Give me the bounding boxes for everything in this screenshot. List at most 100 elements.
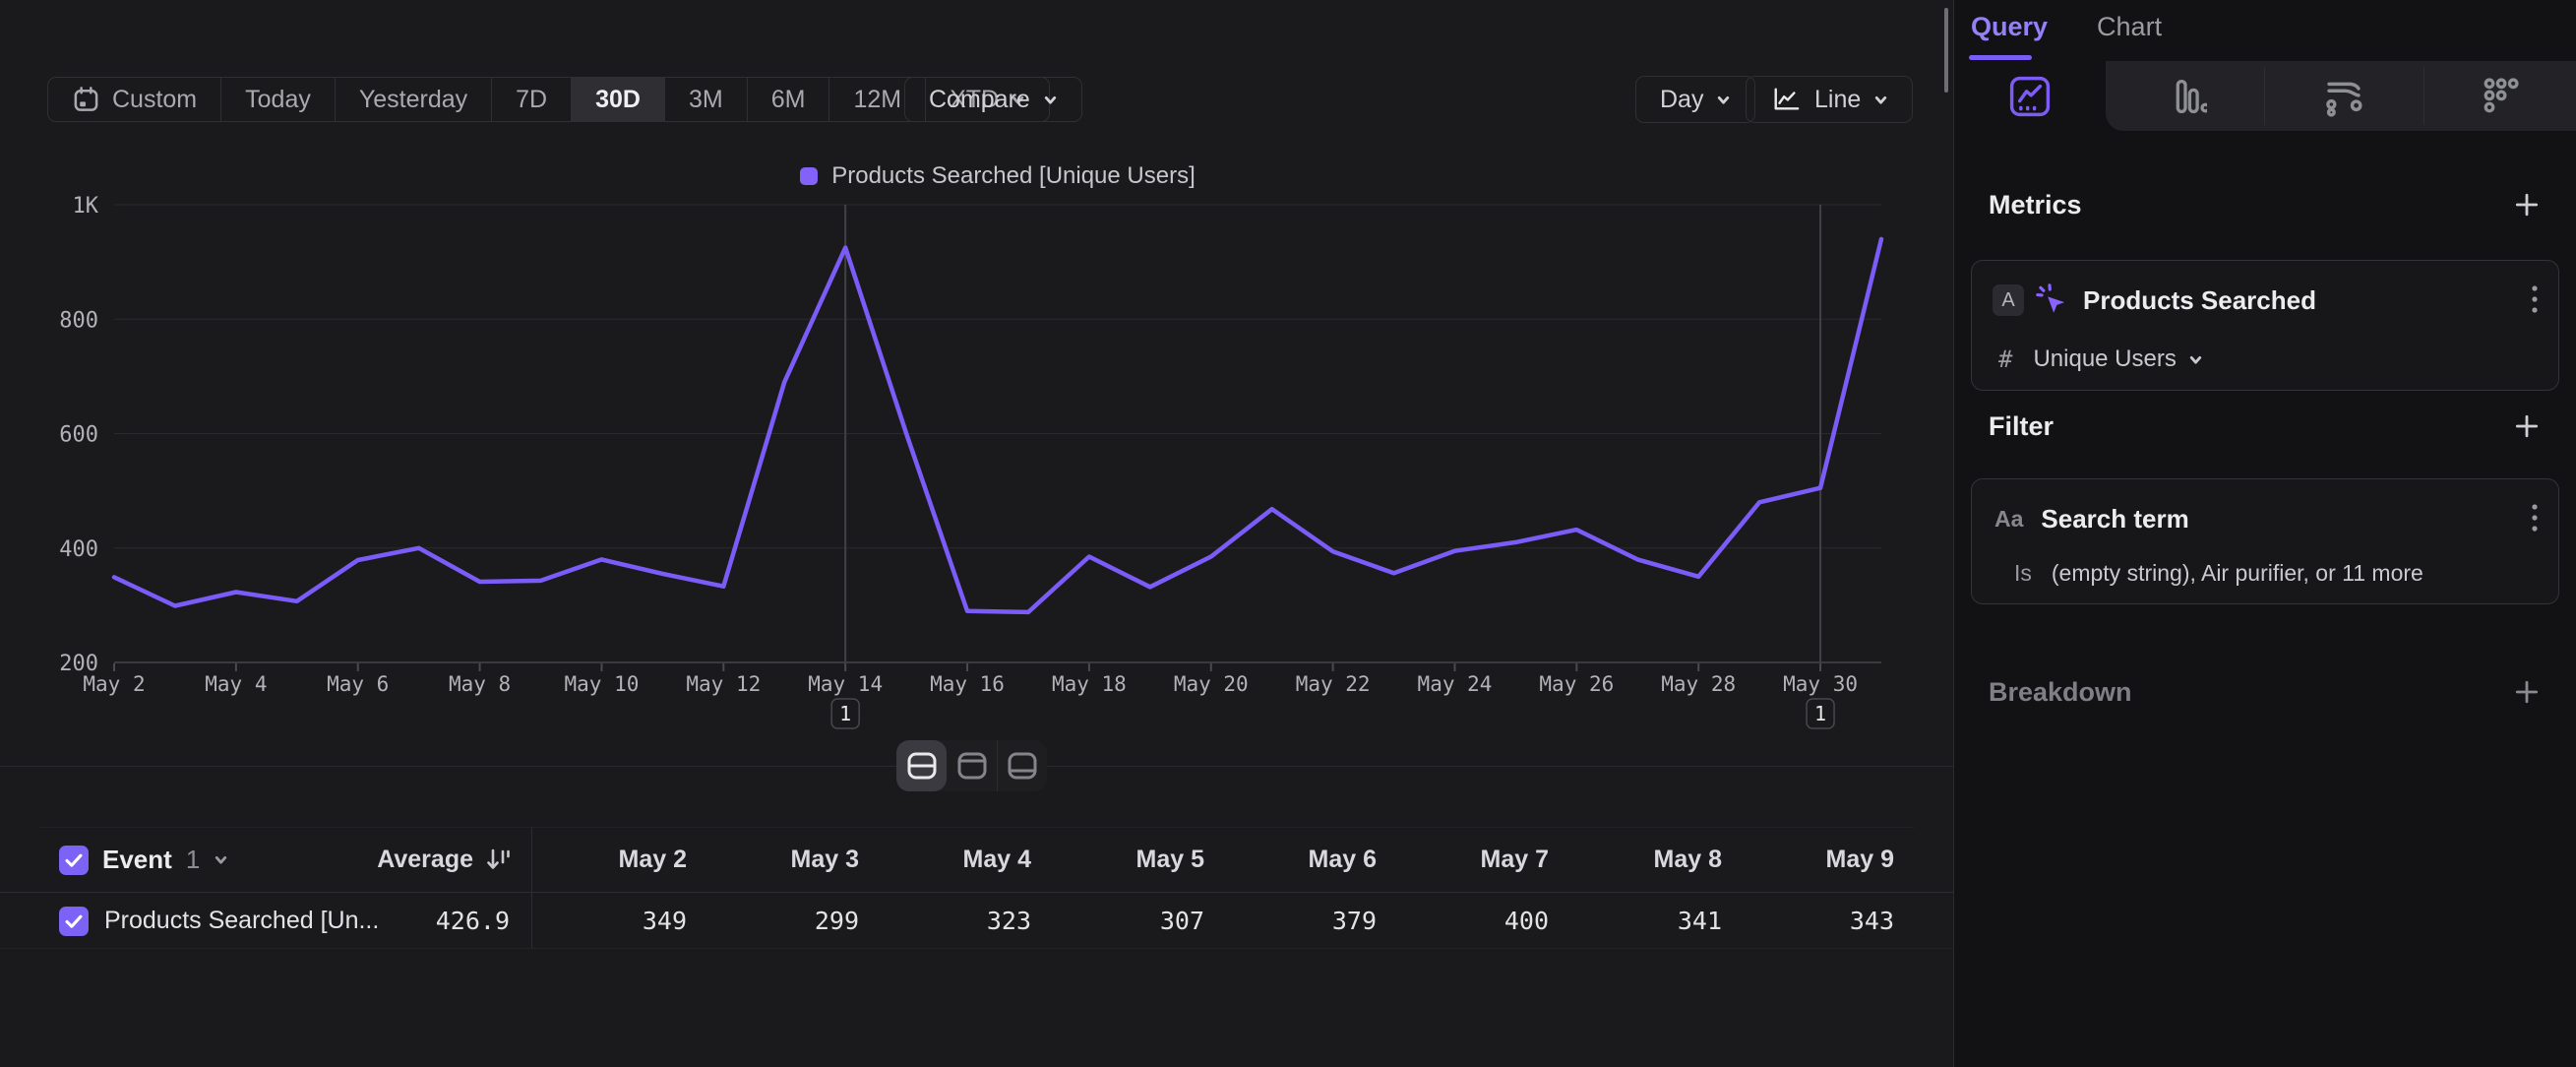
table-row[interactable]: Products Searched [Un... 426.9 349299323…: [0, 894, 1953, 949]
filter-value: (empty string), Air purifier, or 11 more: [2052, 560, 2423, 587]
chart-legend: Products Searched [Unique Users]: [114, 162, 1881, 190]
day-value: 299: [692, 894, 859, 948]
tab-chart[interactable]: Chart: [2097, 12, 2162, 42]
legend-label: Products Searched [Unique Users]: [831, 162, 1196, 190]
chart-type-insights-tab[interactable]: [1954, 61, 2106, 131]
bar-chart-icon: [2164, 75, 2207, 118]
add-metric-button[interactable]: [2513, 191, 2541, 223]
legend-swatch: [800, 167, 818, 185]
query-sidebar: Query Chart: [1953, 0, 2576, 1067]
x-axis-label: May 22: [1296, 672, 1371, 696]
x-axis-label: May 28: [1661, 672, 1736, 696]
tab-query[interactable]: Query: [1971, 12, 2048, 42]
check-icon: [61, 909, 87, 934]
layout-top-icon: [954, 748, 990, 784]
filter-operator: Is: [2014, 560, 2032, 587]
layout-chart-only-button[interactable]: [947, 740, 997, 791]
range-label: 30D: [595, 86, 641, 114]
range-30d[interactable]: 30D: [571, 78, 664, 121]
kebab-icon: [2531, 502, 2539, 535]
chart-type-strip: [1954, 61, 2576, 131]
day-column-header[interactable]: May 8: [1555, 828, 1722, 892]
range-yesterday[interactable]: Yesterday: [335, 78, 491, 121]
event-label: Event: [102, 845, 172, 875]
chevron-down-icon: [2188, 352, 2203, 367]
day-column-header[interactable]: May 3: [692, 828, 859, 892]
y-axis-label: 800: [59, 308, 98, 333]
day-column-header[interactable]: May 4: [864, 828, 1031, 892]
x-axis-label: May 14: [808, 672, 883, 696]
x-axis-label: May 2: [83, 672, 145, 696]
x-axis-label: May 20: [1174, 672, 1249, 696]
row-name: Products Searched [Un...: [104, 894, 379, 948]
flow-icon: [2321, 74, 2366, 119]
active-tab-underline: [1969, 55, 2032, 60]
string-property-icon: Aa: [1994, 506, 2023, 533]
x-axis-label: May 18: [1052, 672, 1127, 696]
filter-card[interactable]: Aa Search term Is (empty string), Air pu…: [1971, 478, 2559, 604]
metrics-heading: Metrics: [1989, 190, 2082, 220]
x-axis-label: May 8: [449, 672, 511, 696]
range-6m[interactable]: 6M: [747, 78, 829, 121]
day-value: 323: [864, 894, 1031, 948]
day-value: 400: [1381, 894, 1549, 948]
metric-name: Products Searched: [2083, 285, 2316, 316]
select-all-checkbox[interactable]: [59, 846, 89, 875]
sidebar-tabs: Query Chart: [1971, 12, 2162, 42]
filter-menu-button[interactable]: [2531, 501, 2539, 536]
chevron-down-icon: [1716, 93, 1731, 107]
range-3m[interactable]: 3M: [664, 78, 747, 121]
metric-letter-badge: A: [1993, 284, 2024, 316]
layout-bottom-icon: [1005, 748, 1040, 784]
chart-type-flow-tab[interactable]: [2264, 61, 2423, 131]
annotation-badge-label: 1: [1814, 702, 1826, 725]
chart-type-dots-tab[interactable]: [2423, 61, 2576, 131]
metric-aggregation-row[interactable]: # Unique Users: [1972, 345, 2558, 373]
app: CustomTodayYesterday7D30D3M6M12MXTD Comp…: [0, 0, 2576, 1067]
chart-type-bar-tab[interactable]: [2106, 61, 2264, 131]
range-7d[interactable]: 7D: [491, 78, 571, 121]
granularity-label: Day: [1660, 86, 1703, 114]
chevron-down-icon: [1873, 93, 1888, 107]
day-column-header[interactable]: May 7: [1381, 828, 1549, 892]
event-header: Event 1: [59, 828, 228, 892]
y-axis-label: 600: [59, 423, 98, 448]
range-label: 3M: [689, 86, 723, 114]
range-label: 12M: [853, 86, 901, 114]
layout-split-icon: [904, 748, 940, 784]
metric-menu-button[interactable]: [2531, 282, 2539, 318]
aggregation-prefix: #: [1998, 345, 2012, 373]
row-checkbox[interactable]: [59, 907, 89, 936]
add-filter-button[interactable]: [2513, 412, 2541, 445]
add-breakdown-button[interactable]: [2513, 678, 2541, 711]
layout-toggle-group: [896, 740, 1047, 791]
day-column-header[interactable]: May 2: [520, 828, 687, 892]
filter-heading: Filter: [1989, 411, 2054, 442]
average-label: Average: [377, 846, 473, 874]
range-custom[interactable]: Custom: [48, 78, 220, 121]
event-cursor-icon: [2036, 283, 2069, 317]
metric-card[interactable]: A Products Searched # Unique Users: [1971, 260, 2559, 391]
day-column-header[interactable]: May 5: [1037, 828, 1204, 892]
layout-split-button[interactable]: [896, 740, 947, 791]
day-column-header[interactable]: May 6: [1209, 828, 1377, 892]
granularity-button[interactable]: Day: [1635, 76, 1755, 123]
day-column-header[interactable]: May 9: [1727, 828, 1894, 892]
plus-icon: [2513, 191, 2541, 219]
day-value: 341: [1555, 894, 1722, 948]
table-header-row: Event 1 Average May 2May 3May 4May 5May …: [0, 828, 1953, 893]
frozen-column-divider: [531, 828, 532, 948]
filter-condition-row[interactable]: Is (empty string), Air purifier, or 11 m…: [1972, 560, 2558, 587]
compare-button[interactable]: Compare: [904, 77, 1082, 122]
check-icon: [61, 847, 87, 873]
compare-label: Compare: [929, 86, 1030, 114]
day-value: 307: [1037, 894, 1204, 948]
chart-type-button[interactable]: Line: [1746, 76, 1913, 123]
annotation-badge-label: 1: [839, 702, 851, 725]
average-header[interactable]: Average: [285, 828, 512, 892]
range-today[interactable]: Today: [220, 78, 335, 121]
x-axis-label: May 6: [327, 672, 389, 696]
layout-table-only-button[interactable]: [997, 740, 1047, 791]
day-value: 343: [1727, 894, 1894, 948]
chevron-down-icon[interactable]: [214, 852, 228, 867]
